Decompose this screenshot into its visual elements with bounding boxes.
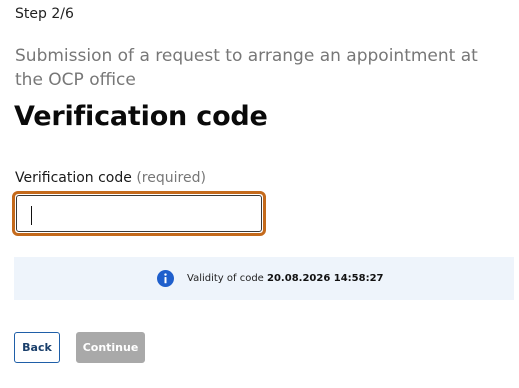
code-validity-text: Validity of code 20.08.2026 14:58:27: [187, 273, 384, 284]
verification-code-label-text: Verification code: [15, 170, 132, 186]
info-icon: [157, 270, 174, 287]
page-subtitle: Submission of a request to arrange an ap…: [15, 46, 478, 90]
required-note: (required): [136, 170, 206, 186]
code-validity-notice: Validity of code 20.08.2026 14:58:27: [14, 257, 514, 300]
code-validity-content: Validity of code 20.08.2026 14:58:27: [157, 270, 384, 287]
continue-button[interactable]: Continue: [76, 332, 145, 363]
text-caret: [31, 206, 32, 225]
code-validity-value: 20.08.2026 14:58:27: [267, 273, 384, 284]
code-validity-label: Validity of code: [187, 273, 268, 284]
page: Step 2/6 Submission of a request to arra…: [0, 0, 519, 388]
verification-code-label: Verification code (required): [15, 170, 206, 186]
verification-code-focus-ring: [12, 191, 266, 236]
step-indicator: Step 2/6: [15, 6, 74, 22]
verification-code-field-frame: [16, 195, 262, 232]
verification-code-input[interactable]: [17, 196, 261, 231]
page-title: Verification code: [14, 101, 268, 132]
back-button[interactable]: Back: [14, 332, 60, 363]
